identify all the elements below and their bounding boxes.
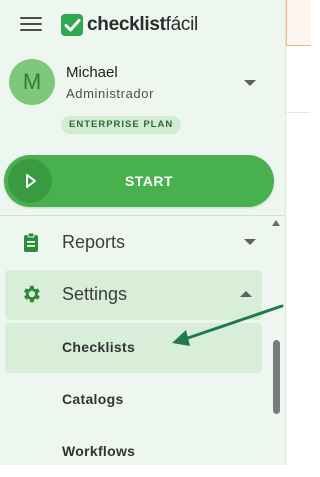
content-divider — [286, 112, 310, 113]
start-button-label: START — [124, 173, 174, 189]
logo-text: checklistfácil — [87, 13, 198, 37]
app-logo[interactable]: checklistfácil — [60, 13, 198, 37]
avatar-initial: M — [22, 69, 42, 94]
nav-item-reports[interactable]: Reports — [5, 218, 262, 266]
arrow-annotation — [172, 304, 284, 346]
chevron-up-icon — [240, 291, 252, 297]
sidebar-item-catalogs[interactable]: Catalogs — [5, 375, 262, 425]
plan-badge: ENTERPRISE PLAN — [61, 116, 182, 134]
sidebar: checklistfácil M Michael Administrador E… — [0, 0, 286, 465]
sidebar-item-label: Catalogs — [62, 391, 124, 407]
start-button[interactable]: START — [4, 155, 274, 207]
sidebar-item-label: Checklists — [62, 339, 136, 355]
user-menu-caret-icon[interactable] — [244, 80, 256, 86]
main-content-edge — [286, 0, 311, 465]
user-role: Administrador — [66, 86, 154, 101]
sidebar-item-workflows[interactable]: Workflows — [5, 427, 262, 477]
chevron-down-icon — [244, 239, 256, 245]
sidebar-item-label: Workflows — [62, 443, 136, 459]
top-bar-edge — [286, 0, 311, 46]
divider — [0, 215, 285, 216]
gear-icon — [24, 285, 40, 303]
nav-label-reports: Reports — [62, 232, 126, 252]
logo-text-light: fácil — [165, 14, 199, 35]
clipboard-icon — [24, 232, 38, 252]
avatar[interactable]: M — [9, 59, 55, 105]
hamburger-icon[interactable] — [20, 15, 42, 33]
user-name[interactable]: Michael — [66, 64, 118, 81]
checkmark-logo-icon — [61, 14, 83, 36]
scroll-up-arrow-icon[interactable] — [272, 220, 280, 226]
logo-text-bold: checklist — [87, 14, 166, 35]
nav-label-settings: Settings — [62, 284, 128, 304]
